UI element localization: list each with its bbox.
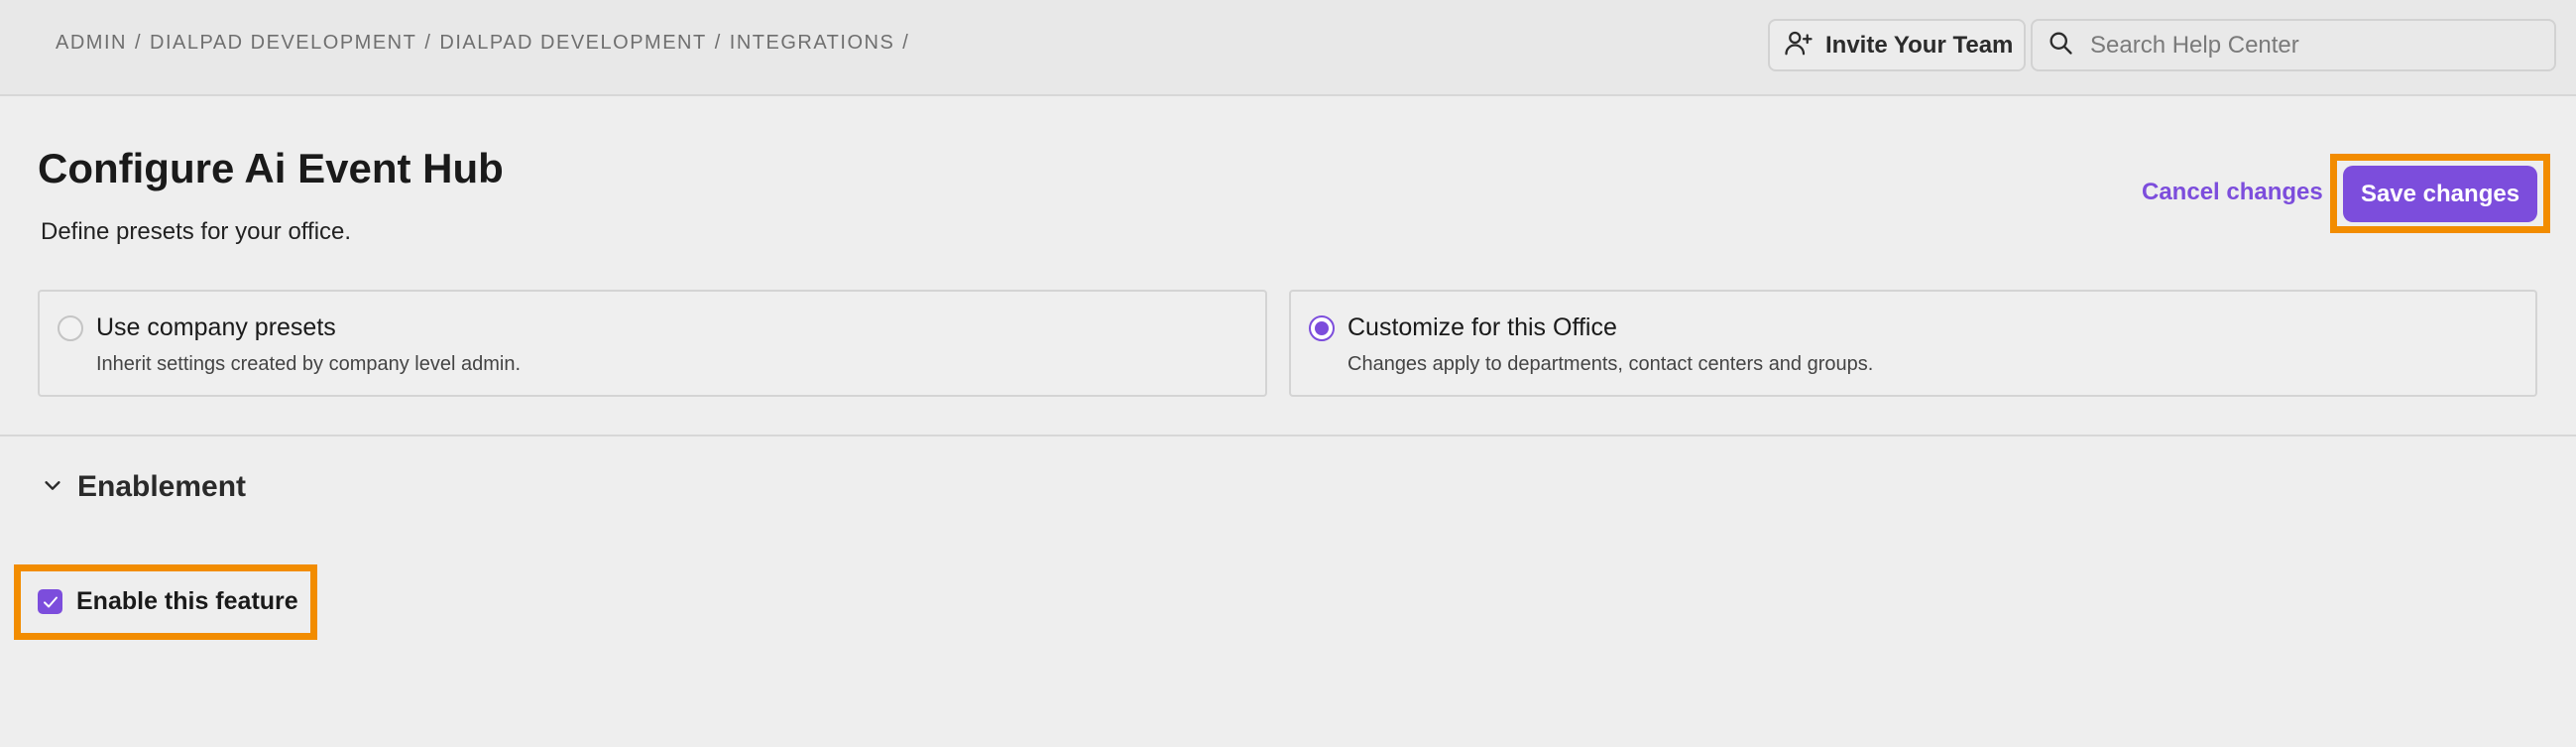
breadcrumb-separator: / (714, 32, 722, 54)
search-input[interactable] (2090, 31, 2526, 60)
enable-feature-checkbox[interactable] (38, 589, 62, 614)
breadcrumb-item-company[interactable]: DIALPAD DEVELOPMENT (150, 32, 416, 55)
breadcrumb-item-admin[interactable]: ADMIN (56, 32, 127, 55)
option-title: Use company presets (96, 313, 336, 341)
invite-team-label: Invite Your Team (1825, 31, 2014, 59)
cancel-changes-button[interactable]: Cancel changes (2142, 179, 2323, 206)
page-subtitle: Define presets for your office. (41, 218, 352, 245)
option-title: Customize for this Office (1347, 313, 1617, 341)
breadcrumb-separator: / (902, 32, 910, 54)
option-customize-office[interactable]: Customize for this Office Changes apply … (1289, 290, 2537, 397)
check-icon (43, 596, 58, 607)
option-description: Inherit settings created by company leve… (96, 353, 521, 375)
enable-feature-label: Enable this feature (76, 587, 298, 615)
top-bar: ADMIN / DIALPAD DEVELOPMENT / DIALPAD DE… (0, 0, 2576, 96)
company-presets-radio[interactable] (58, 315, 83, 341)
chevron-down-icon (42, 474, 63, 501)
user-plus-icon (1784, 28, 1814, 62)
enablement-section-toggle[interactable]: Enablement (42, 470, 246, 504)
save-changes-button[interactable]: Save changes (2343, 166, 2537, 222)
breadcrumb: ADMIN / DIALPAD DEVELOPMENT / DIALPAD DE… (56, 32, 917, 55)
enable-feature-row[interactable]: Enable this feature (38, 587, 298, 616)
section-divider (0, 435, 2576, 436)
breadcrumb-separator: / (424, 32, 432, 54)
page-title: Configure Ai Event Hub (38, 145, 504, 191)
section-title: Enablement (77, 470, 247, 503)
breadcrumb-separator: / (134, 32, 143, 54)
option-description: Changes apply to departments, contact ce… (1347, 353, 1874, 375)
customize-office-radio[interactable] (1309, 315, 1335, 341)
search-icon (2047, 29, 2074, 62)
help-center-search[interactable] (2031, 19, 2556, 71)
invite-team-button[interactable]: Invite Your Team (1768, 19, 2026, 71)
option-company-presets[interactable]: Use company presets Inherit settings cre… (38, 290, 1267, 397)
breadcrumb-item-integrations[interactable]: INTEGRATIONS (730, 32, 895, 55)
breadcrumb-item-office[interactable]: DIALPAD DEVELOPMENT (439, 32, 706, 55)
